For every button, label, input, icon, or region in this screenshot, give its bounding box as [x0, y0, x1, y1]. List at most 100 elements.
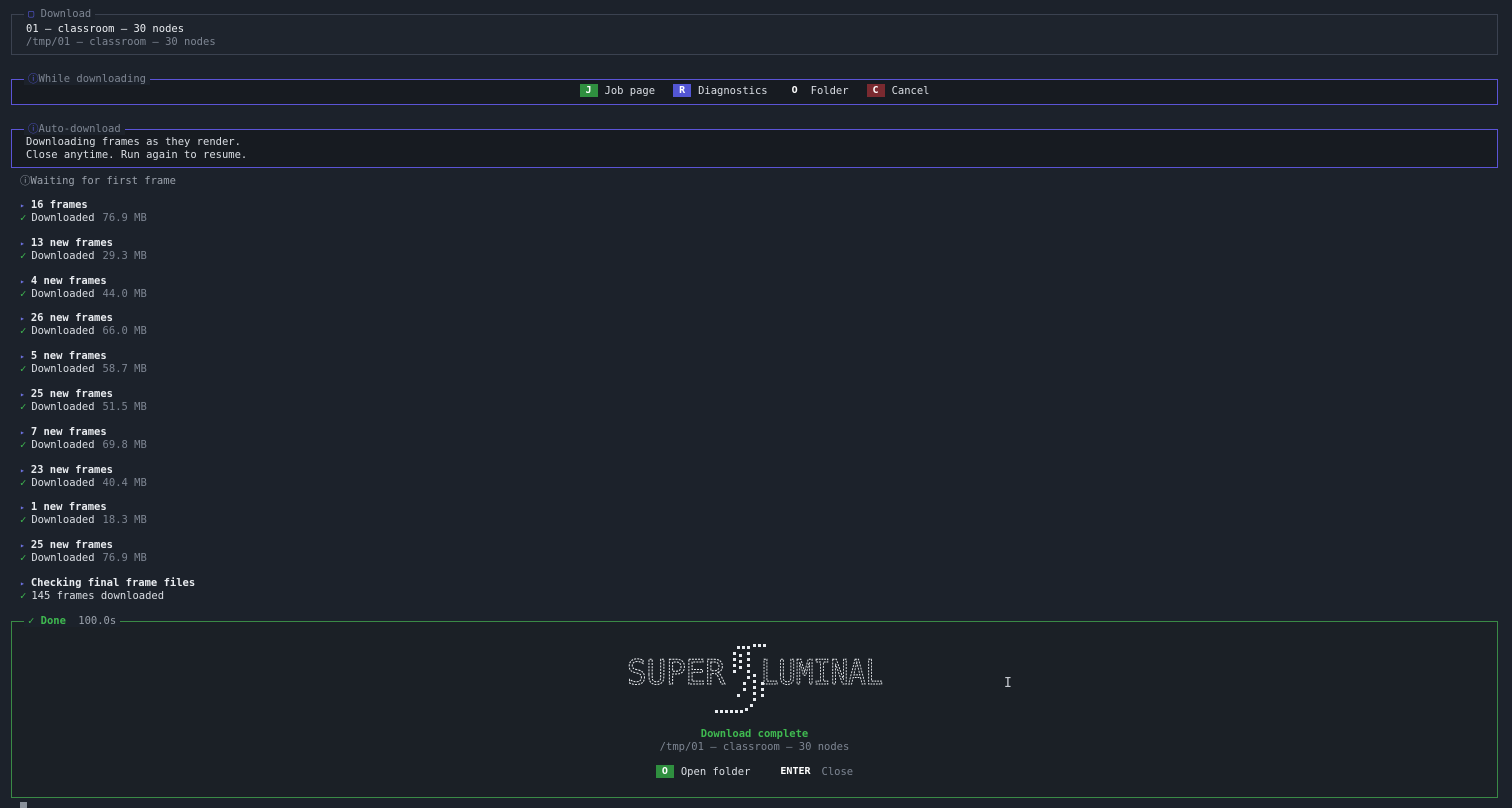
- svg-text:SUPER: SUPER: [627, 653, 725, 693]
- done-legend: ✓ Done 100.0s: [24, 615, 121, 627]
- done-label: ✓ Done: [28, 615, 66, 627]
- step-size: 69.8 MB: [102, 438, 147, 451]
- download-complete-message: Download complete: [700, 728, 809, 740]
- download-step: ▸ 5 new frames ✓ Downloaded 58.7 MB: [20, 350, 147, 376]
- diagnostics-label: Diagnostics: [698, 84, 768, 97]
- step-size: 51.5 MB: [102, 401, 147, 413]
- triangle-icon: ▸: [20, 352, 25, 362]
- check-icon: ✓: [20, 401, 27, 413]
- check-icon: ✓: [20, 590, 27, 602]
- step-title: 7 new frames: [30, 425, 107, 438]
- hotkey-bar: J Job page R Diagnostics O Folder C Canc…: [12, 84, 1497, 97]
- triangle-icon: ▸: [20, 579, 25, 588]
- triangle-icon: ▸: [20, 427, 25, 437]
- hotkey-r: R: [673, 84, 692, 97]
- download-icon: ▢: [28, 8, 35, 20]
- done-time: 100.0s: [78, 615, 117, 627]
- done-actions: O Open folder ENTER Close: [12, 765, 1497, 778]
- step-title: Checking final frame files: [30, 577, 196, 589]
- triangle-icon: ▸: [20, 314, 25, 324]
- download-step: ▸ 16 frames ✓ Downloaded 76.9 MB: [20, 199, 147, 225]
- folder-label: Folder: [810, 84, 849, 97]
- triangle-icon: ▸: [20, 201, 25, 210]
- triangle-icon: ▸: [20, 541, 25, 551]
- step-status: Downloaded: [31, 552, 95, 565]
- hotkey-c: C: [866, 84, 885, 97]
- step-status: Downloaded: [31, 476, 95, 489]
- cancel-label: Cancel: [891, 84, 930, 97]
- download-panel: ▢ Download 01 — classroom — 30 nodes /tm…: [11, 8, 1498, 55]
- step-size: 58.7 MB: [102, 363, 147, 376]
- download-complete-path: /tmp/01 — classroom — 30 nodes: [659, 741, 850, 753]
- auto-download-legend: ⓘAuto-download: [24, 123, 125, 135]
- step-size: 76.9 MB: [102, 212, 147, 224]
- check-icon: ✓: [20, 476, 27, 489]
- job-title: 01 — classroom — 30 nodes: [26, 23, 185, 35]
- check-icon: ✓: [20, 552, 27, 565]
- auto-download-line2: Close anytime. Run again to resume.: [26, 149, 248, 161]
- step-size: 40.4 MB: [102, 476, 147, 489]
- superluminal-logo: SUPER LUMINAL: [627, 644, 884, 713]
- cancel-action[interactable]: C Cancel: [866, 84, 930, 97]
- open-folder-label: Open folder: [680, 765, 751, 778]
- text-cursor-icon: I: [1004, 676, 1012, 691]
- hotkey-j: J: [579, 84, 598, 97]
- svg-text:LUMINAL: LUMINAL: [761, 653, 883, 693]
- folder-action[interactable]: O Folder: [786, 84, 849, 97]
- triangle-icon: ▸: [20, 503, 25, 513]
- download-step: ▸ Checking final frame files ✓ 145 frames d…: [20, 577, 195, 603]
- step-status: Downloaded: [31, 363, 95, 376]
- download-step: ▸ 26 new frames ✓ Downloaded 66.0 MB: [20, 312, 147, 338]
- step-size: 29.3 MB: [102, 249, 147, 262]
- download-step: ▸ 1 new frames ✓ Downloaded 18.3 MB: [20, 501, 147, 527]
- info-icon: ⓘ: [28, 123, 39, 135]
- download-step: ▸ 25 new frames ✓ Downloaded 51.5 MB: [20, 388, 147, 414]
- close-label: Close: [821, 765, 854, 778]
- step-size: 76.9 MB: [102, 552, 147, 565]
- step-title: 25 new frames: [30, 539, 114, 552]
- check-icon: ✓: [20, 363, 27, 376]
- hotkey-enter: ENTER: [780, 766, 811, 777]
- triangle-icon: ▸: [20, 238, 25, 248]
- step-title: 16 frames: [30, 199, 88, 211]
- step-status: Downloaded: [31, 514, 95, 527]
- check-icon: ✓: [20, 438, 27, 451]
- while-downloading-panel: ⓘWhile downloading J Job page R Diagnost…: [11, 73, 1498, 105]
- download-step: ▸ 13 new frames ✓ Downloaded 29.3 MB: [20, 237, 147, 263]
- step-size: 44.0 MB: [102, 287, 147, 300]
- job-path: /tmp/01 — classroom — 30 nodes: [26, 36, 216, 48]
- step-title: 23 new frames: [30, 463, 114, 476]
- check-icon: ✓: [20, 287, 27, 300]
- step-title: 25 new frames: [30, 388, 114, 400]
- done-panel: ✓ Done 100.0s SUPER LUMINAL Download com…: [11, 615, 1498, 798]
- step-title: 5 new frames: [30, 350, 107, 363]
- step-size: 66.0 MB: [102, 325, 147, 338]
- close-action[interactable]: ENTER Close: [776, 765, 853, 778]
- step-status: Downloaded: [31, 401, 95, 413]
- step-status: Downloaded: [31, 249, 95, 262]
- step-size: 18.3 MB: [102, 514, 147, 527]
- job-page-label: Job page: [604, 84, 656, 97]
- check-icon: ✓: [20, 514, 27, 527]
- step-title: 13 new frames: [30, 236, 114, 249]
- open-folder-action[interactable]: O Open folder: [655, 765, 751, 778]
- triangle-icon: ▸: [20, 276, 25, 286]
- step-title: 26 new frames: [30, 312, 114, 325]
- auto-download-panel: ⓘAuto-download Downloading frames as the…: [11, 123, 1498, 168]
- step-status: Downloaded: [31, 438, 95, 451]
- download-step: ▸ 7 new frames ✓ Downloaded 69.8 MB: [20, 426, 147, 452]
- terminal-cursor: [20, 802, 27, 808]
- check-icon: ✓: [20, 325, 27, 338]
- check-icon: ✓: [20, 212, 27, 224]
- auto-download-line1: Downloading frames as they render.: [26, 136, 241, 148]
- step-status: Downloaded: [31, 287, 95, 300]
- hotkey-o: O: [791, 85, 798, 96]
- step-title: 4 new frames: [30, 274, 107, 287]
- step-status: Downloaded: [31, 212, 95, 224]
- triangle-icon: ▸: [20, 390, 25, 399]
- step-title: 1 new frames: [30, 501, 107, 514]
- job-page-action[interactable]: J Job page: [579, 84, 656, 97]
- download-step: ▸ 23 new frames ✓ Downloaded 40.4 MB: [20, 464, 147, 490]
- diagnostics-action[interactable]: R Diagnostics: [673, 84, 768, 97]
- check-icon: ✓: [20, 249, 27, 262]
